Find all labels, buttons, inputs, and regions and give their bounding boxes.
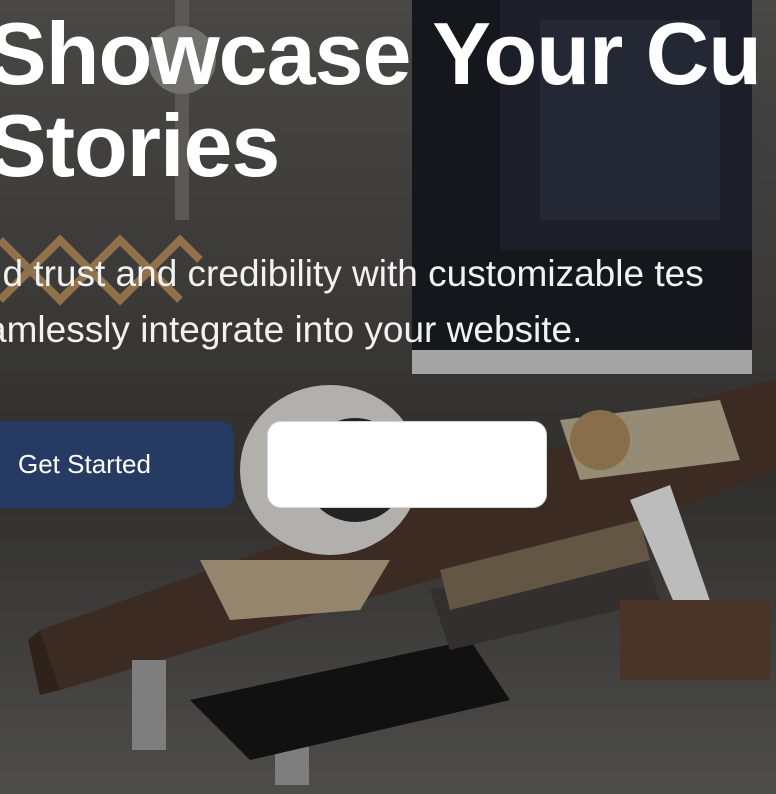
hero-subtitle-line-1: ild trust and credibility with customiza… bbox=[0, 253, 704, 294]
secondary-button[interactable] bbox=[267, 421, 547, 508]
hero-title-line-2: Stories bbox=[0, 96, 280, 195]
hero-section: Showcase Your Cu Stories ild trust and c… bbox=[0, 0, 776, 794]
get-started-button[interactable]: Get Started bbox=[0, 421, 234, 508]
hero-subtitle-line-2: amlessly integrate into your website. bbox=[0, 309, 583, 350]
hero-title: Showcase Your Cu Stories bbox=[0, 8, 776, 192]
hero-subtitle: ild trust and credibility with customiza… bbox=[0, 246, 776, 358]
hero-title-line-1: Showcase Your Cu bbox=[0, 4, 762, 103]
